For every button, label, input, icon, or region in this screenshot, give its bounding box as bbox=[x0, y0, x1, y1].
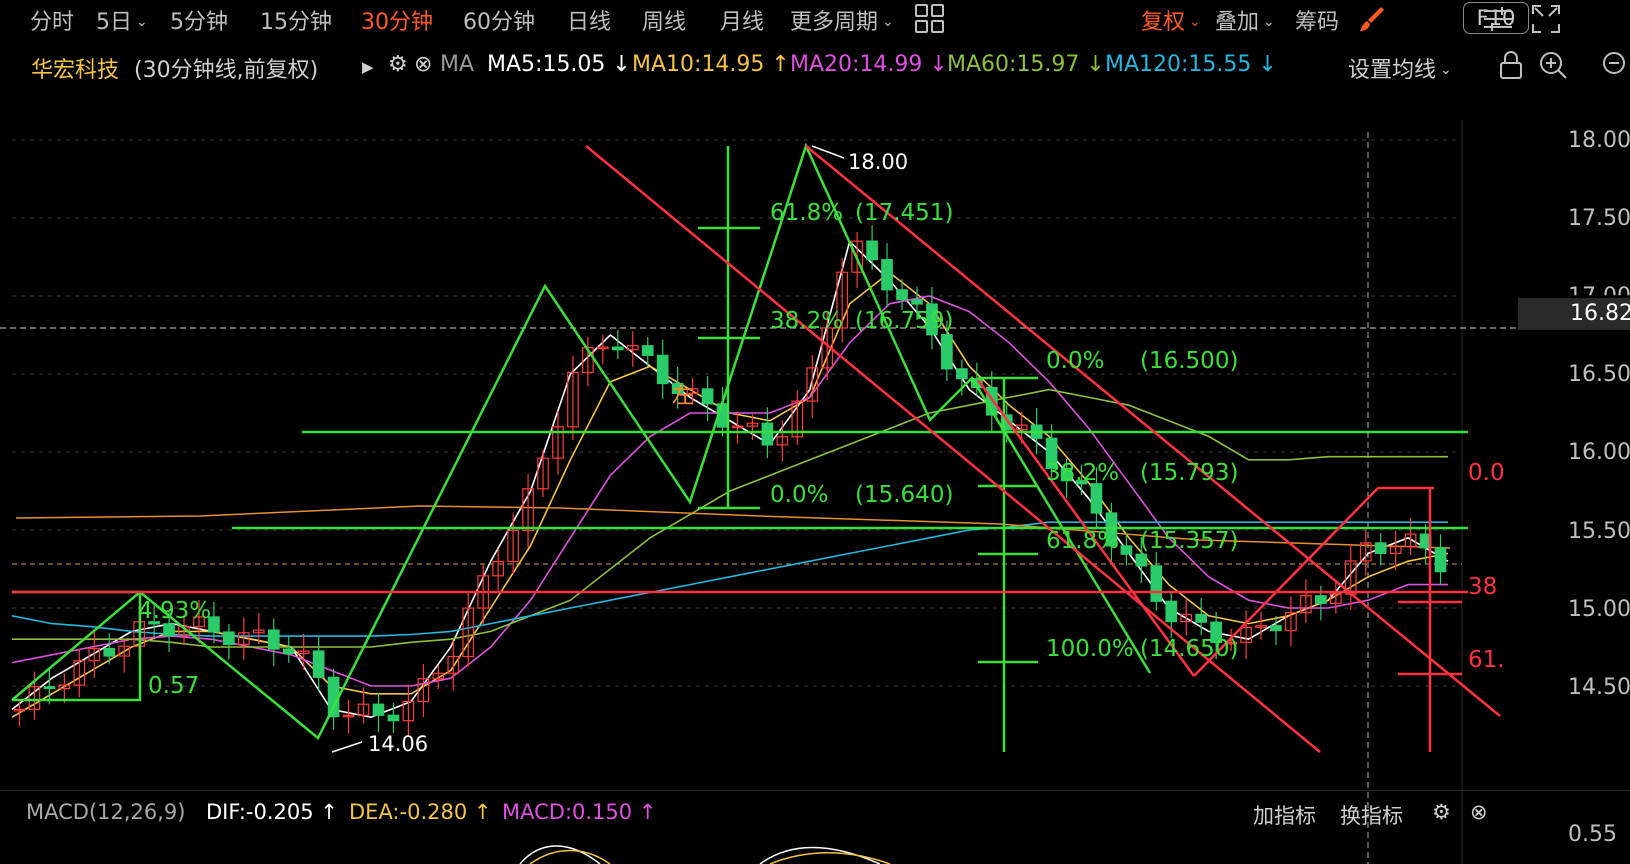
range-diff-label: 0.57 bbox=[148, 673, 200, 699]
candle-body bbox=[881, 259, 893, 291]
fib-label: 100.0% bbox=[1046, 636, 1134, 662]
current-price-marker: 16.82 bbox=[1518, 298, 1630, 330]
candle-body bbox=[1374, 542, 1387, 554]
candle-body bbox=[1195, 613, 1208, 623]
fib-value: (17.451) bbox=[855, 200, 954, 226]
price-tick: 15.50 bbox=[1568, 519, 1630, 544]
candle-body bbox=[1150, 565, 1163, 602]
fib-value: (15.357) bbox=[1140, 528, 1239, 554]
add-indicator-button[interactable]: 加指标 bbox=[1253, 800, 1316, 830]
candlestick-chart[interactable] bbox=[0, 0, 1630, 864]
macd-value: MACD:0.150 ↑ bbox=[502, 800, 657, 824]
macd-dea: DEA:-0.280 ↑ bbox=[349, 800, 492, 824]
candle-body bbox=[43, 686, 56, 690]
candle-body bbox=[312, 650, 325, 678]
candle-body bbox=[372, 703, 385, 716]
candle-body bbox=[896, 289, 908, 301]
candle-body bbox=[641, 345, 654, 356]
fib-value: (16.500) bbox=[1140, 348, 1239, 374]
candle-body bbox=[282, 648, 295, 655]
candle-body bbox=[1090, 483, 1103, 514]
price-tick: 15.00 bbox=[1568, 597, 1630, 622]
candle-body bbox=[956, 368, 968, 380]
low-price-label: 14.06 bbox=[368, 732, 429, 756]
switch-indicator-button[interactable]: 换指标 bbox=[1340, 800, 1403, 830]
candle-body bbox=[387, 714, 400, 722]
candle-body bbox=[1120, 545, 1133, 555]
fib-value: (15.793) bbox=[1140, 460, 1239, 486]
macd-name[interactable]: MACD(12,26,9) bbox=[26, 800, 186, 824]
candle-body bbox=[103, 647, 116, 657]
candle-body bbox=[223, 631, 235, 645]
price-tick: 17.50 bbox=[1568, 206, 1630, 231]
macd-panel-header: MACD(12,26,9) DIF:-0.205 ↑ DEA:-0.280 ↑ … bbox=[0, 790, 1630, 831]
left-marker-label: 左 bbox=[672, 384, 695, 409]
price-tick: 18.00 bbox=[1568, 128, 1630, 153]
dif-curve bbox=[519, 845, 881, 864]
candle-body bbox=[911, 299, 923, 305]
fib-label: 0.0% bbox=[770, 482, 829, 508]
candle-body bbox=[701, 388, 714, 405]
low-pointer bbox=[331, 741, 363, 753]
fib-label: 0.0 bbox=[1468, 460, 1505, 486]
price-tick: 16.50 bbox=[1568, 362, 1630, 387]
drawing-tools bbox=[11, 142, 1501, 753]
gear-icon[interactable]: ⚙ bbox=[1432, 800, 1451, 824]
fib-label: 0.0% bbox=[1046, 348, 1105, 374]
price-grid bbox=[0, 120, 1518, 864]
fib-label: 38.2% bbox=[1046, 460, 1120, 486]
candle-body bbox=[611, 346, 624, 351]
price-tick: 14.50 bbox=[1568, 675, 1630, 700]
close-circle-icon[interactable]: ⊗ bbox=[1470, 800, 1488, 824]
ma60-line bbox=[12, 388, 1448, 648]
macd-dif: DIF:-0.205 ↑ bbox=[206, 800, 338, 824]
pct-change-label: 4.93% bbox=[138, 598, 212, 624]
fib-value: (14.650) bbox=[1140, 636, 1239, 662]
candle-body bbox=[656, 354, 669, 385]
candle-body bbox=[1434, 547, 1447, 573]
fib-label: 61.8 bbox=[1468, 647, 1506, 673]
fib-value: (16.759) bbox=[855, 308, 954, 334]
candle-body bbox=[761, 422, 774, 446]
candle-body bbox=[941, 334, 953, 370]
candle-body bbox=[163, 623, 175, 637]
fib-label: 38.2% bbox=[770, 308, 844, 334]
fib-label: 61.8% bbox=[1046, 528, 1120, 554]
candle-body bbox=[1315, 595, 1327, 604]
macd-curves bbox=[519, 845, 891, 864]
fib-label: 38 bbox=[1468, 574, 1498, 600]
fib-label: 61.8% bbox=[770, 200, 844, 226]
fib-value: (15.640) bbox=[855, 482, 954, 508]
candle-body bbox=[267, 629, 280, 650]
dea-curve bbox=[529, 849, 891, 864]
candle-body bbox=[1270, 625, 1282, 632]
high-price-label: 18.00 bbox=[848, 150, 909, 174]
price-tick: 16.00 bbox=[1568, 440, 1630, 465]
candle-body bbox=[1165, 600, 1178, 623]
candle-body bbox=[1135, 553, 1148, 567]
green-trend-line[interactable] bbox=[11, 142, 1152, 740]
candle-body bbox=[866, 240, 878, 261]
